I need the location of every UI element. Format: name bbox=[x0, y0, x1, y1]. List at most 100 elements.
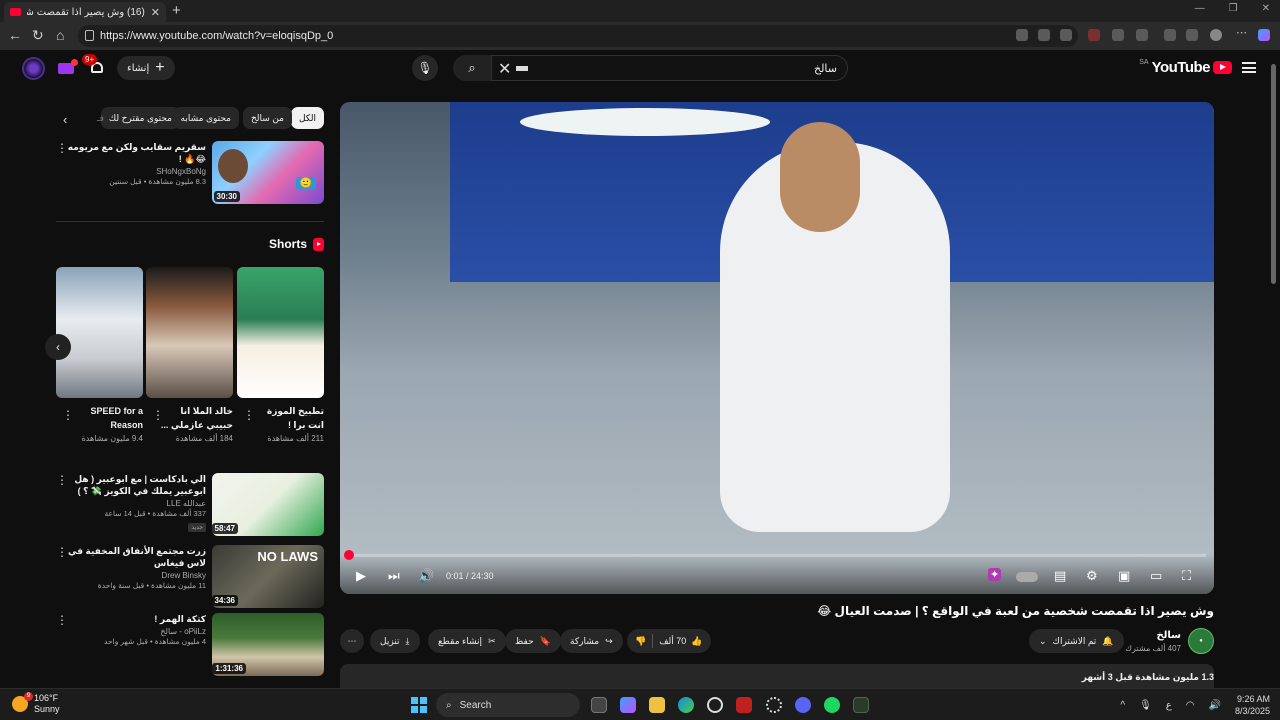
miniplayer-icon[interactable]: ▣ bbox=[1118, 568, 1130, 584]
volume-icon[interactable]: 🔊 bbox=[1209, 700, 1221, 711]
progress-scrubber[interactable] bbox=[344, 550, 354, 560]
notifications-button[interactable]: 9+ bbox=[82, 54, 104, 76]
fullscreen-icon[interactable]: ⛶ bbox=[1182, 568, 1191, 584]
extension-icon[interactable] bbox=[1164, 29, 1176, 41]
app-icon[interactable] bbox=[736, 697, 752, 713]
progress-bar[interactable] bbox=[344, 550, 1206, 560]
short-thumbnail[interactable] bbox=[56, 267, 143, 398]
extension-icon[interactable] bbox=[1038, 29, 1050, 41]
language-indicator[interactable]: ع bbox=[1166, 700, 1172, 711]
spotify-icon[interactable] bbox=[824, 697, 840, 713]
search-button[interactable]: ⌕ bbox=[453, 55, 491, 81]
channel-name-main[interactable]: سالخ bbox=[1156, 630, 1181, 641]
chips-prev-chevron-icon[interactable]: ‹ bbox=[63, 112, 67, 127]
weather-widget[interactable]: 9 106°F Sunny bbox=[12, 692, 60, 715]
short-item[interactable]: SPEED for a Reason 9.4 مليون مشاهدة ⋮ bbox=[56, 267, 143, 443]
keyboard-icon[interactable] bbox=[516, 66, 528, 71]
edge-browser-icon[interactable] bbox=[678, 697, 694, 713]
extension-badge-icon[interactable] bbox=[58, 59, 78, 74]
list-item[interactable]: 🙂 30:30 سقريم سقايب ولكن مع مريومه 😂🔥 ! … bbox=[56, 141, 324, 205]
channel-name[interactable]: SHoNgxBoNg bbox=[66, 167, 206, 176]
next-icon[interactable]: ⏭ bbox=[388, 568, 400, 584]
video-title[interactable]: زرت مجتمع الأنفاق المخفية في لاس فيغاس bbox=[66, 545, 206, 569]
chip-all[interactable]: الكل bbox=[290, 107, 324, 129]
wifi-icon[interactable]: ◠ bbox=[1186, 700, 1195, 711]
channel-name[interactable]: oPiiLz - سالخ bbox=[66, 627, 206, 636]
list-item[interactable]: NO LAWS 34:36 زرت مجتمع الأنفاق المخفية … bbox=[56, 545, 324, 609]
app-icon[interactable] bbox=[853, 697, 869, 713]
favorites-icon[interactable] bbox=[1186, 29, 1198, 41]
youtube-logo[interactable]: SA YouTube bbox=[1139, 59, 1232, 76]
more-icon[interactable]: ⋯ bbox=[1236, 26, 1248, 39]
page-scrollbar[interactable] bbox=[1268, 50, 1280, 688]
start-windows-icon[interactable] bbox=[411, 697, 427, 713]
more-actions-icon[interactable]: ⋮ bbox=[56, 473, 68, 487]
new-tab-icon[interactable]: + bbox=[172, 2, 181, 19]
more-actions-icon[interactable]: ⋮ bbox=[62, 408, 74, 422]
extension-icon[interactable] bbox=[1112, 29, 1124, 41]
more-actions-icon[interactable]: ⋮ bbox=[56, 613, 68, 627]
refresh-icon[interactable]: ↻ bbox=[32, 27, 44, 44]
video-player[interactable]: ▶ ⏭ 🔊 0:01 / 24:30 ✦ ▤ ⚙ ▣ ▭ ⛶ bbox=[340, 102, 1214, 594]
search-input[interactable]: سالخ ✕ bbox=[491, 55, 848, 81]
task-view-icon[interactable] bbox=[591, 697, 607, 713]
more-actions-icon[interactable]: ⋮ bbox=[56, 141, 68, 155]
scrollbar-thumb[interactable] bbox=[1271, 64, 1276, 284]
more-actions-icon[interactable]: ⋮ bbox=[56, 545, 68, 559]
microphone-icon[interactable]: 🎙 bbox=[1139, 700, 1152, 711]
browser-tab[interactable]: (16) وش يصير اذا تقمصت شخصية ✕ bbox=[4, 2, 166, 22]
chip-more[interactable]: فـ bbox=[89, 107, 112, 129]
home-icon[interactable]: ⌂ bbox=[56, 27, 64, 43]
like-button[interactable]: 👍 70 ألف bbox=[659, 636, 702, 647]
profile-icon[interactable] bbox=[1210, 29, 1222, 41]
file-explorer-icon[interactable] bbox=[649, 697, 665, 713]
short-thumbnail[interactable] bbox=[237, 267, 324, 398]
clip-button[interactable]: ✂ إنشاء مقطع bbox=[428, 629, 506, 653]
play-icon[interactable]: ▶ bbox=[356, 568, 366, 584]
discord-icon[interactable] bbox=[795, 697, 811, 713]
captions-icon[interactable]: ▤ bbox=[1054, 568, 1066, 584]
channel-name[interactable]: Drew Binsky bbox=[66, 571, 206, 580]
video-title[interactable]: الي بادكاست | مع ابوعبير ( هل ابوعبير يم… bbox=[66, 473, 206, 497]
menu-icon[interactable] bbox=[1242, 62, 1256, 73]
extension-icon[interactable] bbox=[1136, 29, 1148, 41]
short-item[interactable]: تطبيخ الموزة انت برا ! 211 ألف مشاهدة ⋮ bbox=[237, 267, 324, 443]
channel-name[interactable]: عبدالله LLE bbox=[66, 499, 206, 508]
taskbar-search[interactable]: ⌕ Search bbox=[436, 693, 580, 717]
download-button[interactable]: ⤓ تنزيل bbox=[370, 629, 420, 653]
create-button[interactable]: إنشاء + bbox=[117, 56, 175, 80]
extension-icon[interactable] bbox=[1088, 29, 1100, 41]
volume-icon[interactable]: 🔊 bbox=[418, 568, 434, 584]
favorite-star-icon[interactable] bbox=[1060, 29, 1072, 41]
short-item[interactable]: خالد الملا انا حبيبي عازملي ... 184 ألف … bbox=[146, 267, 233, 443]
settings-icon[interactable]: ⚙ bbox=[1086, 568, 1098, 584]
extension-icon[interactable] bbox=[1016, 29, 1028, 41]
app-icon[interactable] bbox=[766, 697, 782, 713]
minimize-icon[interactable]: — bbox=[1195, 3, 1205, 14]
subscribed-button[interactable]: 🔔 تم الاشتراك ⌄ bbox=[1029, 629, 1124, 653]
shorts-prev-chevron-icon[interactable]: ‹ bbox=[45, 334, 71, 360]
more-actions-icon[interactable]: ⋮ bbox=[243, 408, 255, 422]
voice-search-button[interactable]: 🎙 bbox=[412, 55, 438, 81]
autoplay-toggle[interactable] bbox=[1016, 572, 1038, 582]
chip-recommended[interactable]: محتوى مقترح لك bbox=[100, 107, 180, 129]
copilot-taskbar-icon[interactable] bbox=[620, 697, 636, 713]
more-actions-button[interactable]: ⋯ bbox=[340, 629, 364, 653]
url-field[interactable]: https://www.youtube.com/watch?v=eloqisqD… bbox=[78, 25, 1078, 47]
chatgpt-icon[interactable] bbox=[707, 697, 723, 713]
close-tab-icon[interactable]: ✕ bbox=[151, 6, 160, 19]
short-thumbnail[interactable] bbox=[146, 267, 233, 398]
copilot-icon[interactable] bbox=[1258, 29, 1270, 41]
chevron-up-icon[interactable]: ^ bbox=[1120, 700, 1125, 711]
chip-related[interactable]: محتوى مشابه bbox=[172, 107, 239, 129]
chip-from-channel[interactable]: من سالخ bbox=[242, 107, 292, 129]
maximize-icon[interactable]: ❐ bbox=[1229, 3, 1238, 14]
list-item[interactable]: 58:47 الي بادكاست | مع ابوعبير ( هل ابوع… bbox=[56, 473, 324, 537]
clock[interactable]: 9:26 AM 8/3/2025 bbox=[1235, 693, 1270, 717]
save-button[interactable]: 🔖 حفظ bbox=[505, 629, 561, 653]
close-window-icon[interactable]: ✕ bbox=[1262, 3, 1270, 14]
dislike-button[interactable]: 👎 bbox=[635, 636, 646, 647]
theater-mode-icon[interactable]: ▭ bbox=[1150, 568, 1162, 584]
account-avatar[interactable] bbox=[22, 57, 45, 80]
list-item[interactable]: 1:31:36 كتكة الهمر ! oPiiLz - سالخ 4 ملي… bbox=[56, 613, 324, 677]
